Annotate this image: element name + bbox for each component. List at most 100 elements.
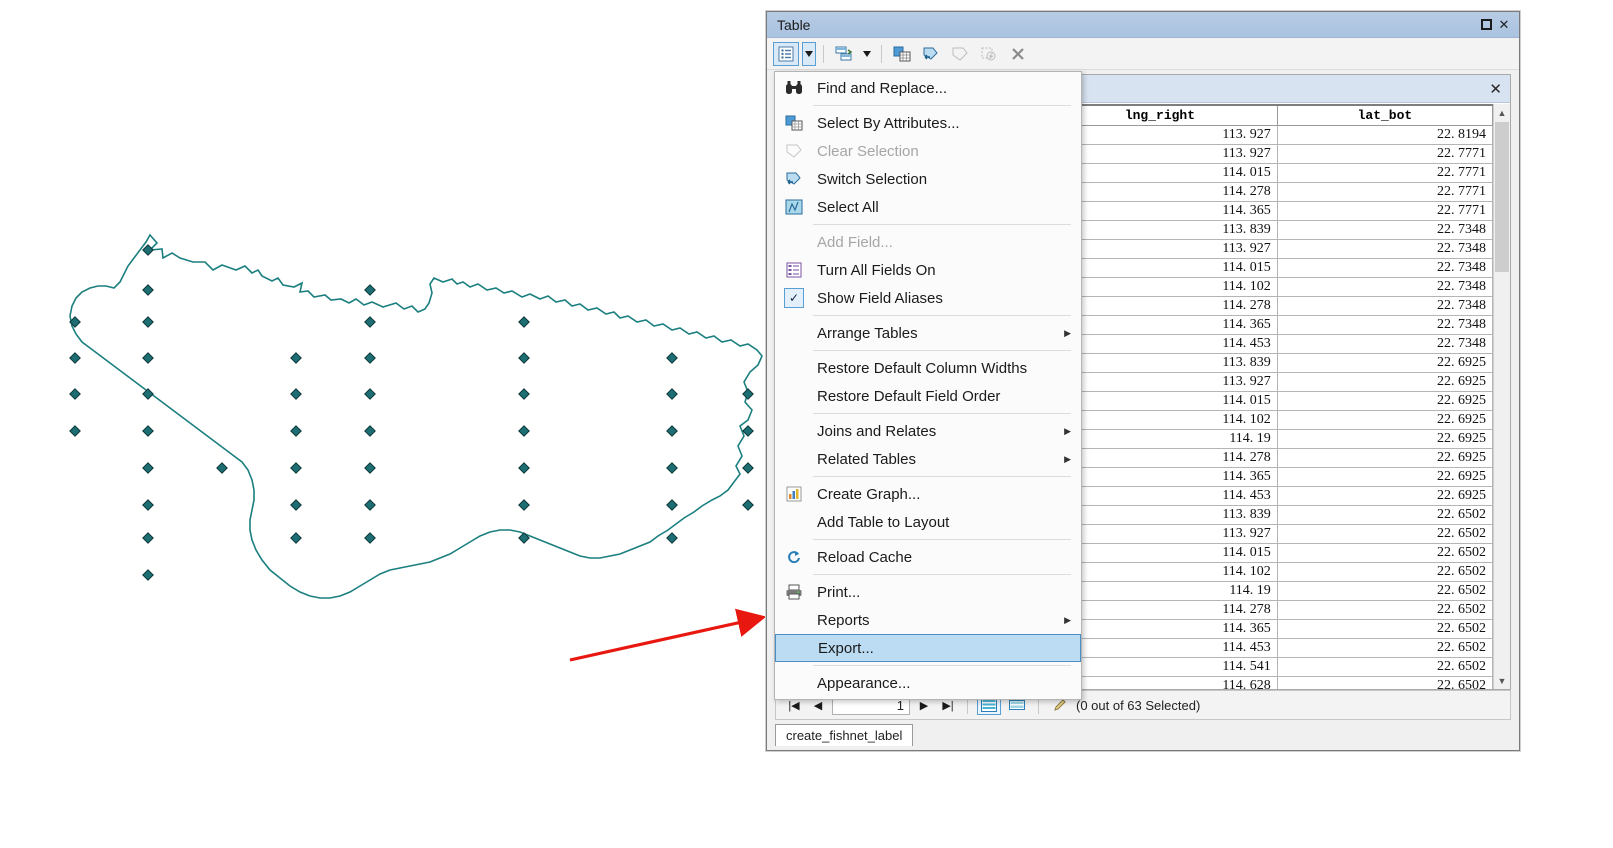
fishnet-point (142, 352, 154, 364)
cell-lat_bot[interactable]: 22. 6925 (1276, 372, 1493, 392)
menu-item-label: Export... (818, 639, 874, 657)
cell-lat_bot[interactable]: 22. 7348 (1276, 220, 1493, 240)
menu-item-label: Switch Selection (817, 170, 928, 188)
cell-lat_bot[interactable]: 22. 7771 (1276, 163, 1493, 183)
menu-item-joins-and-relates[interactable]: Joins and Relates ▶ (775, 417, 1081, 445)
cell-lat_bot[interactable]: 22. 6502 (1276, 638, 1493, 658)
vertical-scrollbar[interactable]: ▲ ▼ (1493, 104, 1510, 689)
switch-selection-icon (923, 47, 938, 60)
cell-lat_bot[interactable]: 22. 6502 (1276, 676, 1493, 689)
menu-item-turn-all-fields-on[interactable]: Turn All Fields On (775, 256, 1081, 284)
menu-item-related-tables[interactable]: Related Tables ▶ (775, 445, 1081, 473)
chevron-down-icon (863, 50, 871, 57)
menu-item-appearance[interactable]: Appearance... (775, 669, 1081, 697)
menu-icon-placeholder (779, 357, 809, 379)
table-options-icon (778, 46, 794, 61)
cell-lat_bot[interactable]: 22. 7348 (1276, 296, 1493, 316)
menu-item-reports[interactable]: Reports ▶ (775, 606, 1081, 634)
cell-lat_bot[interactable]: 22. 6925 (1276, 448, 1493, 468)
cell-lat_bot[interactable]: 22. 7348 (1276, 277, 1493, 297)
fishnet-points (69, 244, 754, 581)
menu-item-label: Arrange Tables (817, 324, 918, 342)
fishnet-point (518, 316, 530, 328)
binoculars-icon (779, 77, 809, 99)
menu-item-find-and-replace[interactable]: Find and Replace... (775, 74, 1081, 102)
tab-create-fishnet-label[interactable]: create_fishnet_label (775, 724, 914, 746)
fishnet-point (742, 388, 754, 400)
cell-lat_bot[interactable]: 22. 6925 (1276, 410, 1493, 430)
menu-item-arrange-tables[interactable]: Arrange Tables ▶ (775, 319, 1081, 347)
cell-lat_bot[interactable]: 22. 7348 (1276, 258, 1493, 278)
menu-item-label: Find and Replace... (817, 79, 948, 97)
related-tables-dropdown[interactable] (860, 42, 874, 66)
map-view[interactable] (0, 0, 770, 700)
cell-lat_bot[interactable]: 22. 6925 (1276, 353, 1493, 373)
table-options-dropdown[interactable] (802, 41, 816, 66)
menu-item-select-by-attributes[interactable]: Select By Attributes... (775, 109, 1081, 137)
cell-lat_bot[interactable]: 22. 7771 (1276, 182, 1493, 202)
fishnet-point (364, 352, 376, 364)
cell-lat_bot[interactable]: 22. 6925 (1276, 391, 1493, 411)
menu-item-reload-cache[interactable]: Reload Cache (775, 543, 1081, 571)
column-header-lat_bot[interactable]: lat_bot (1276, 104, 1493, 126)
switch-selection-button[interactable] (918, 42, 944, 66)
menu-item-label: Add Table to Layout (817, 513, 950, 531)
fishnet-point (142, 284, 154, 296)
cell-lat_bot[interactable]: 22. 7348 (1276, 334, 1493, 354)
scrollbar-thumb[interactable] (1495, 122, 1509, 272)
table-title-bar[interactable]: Table ✕ (767, 12, 1519, 38)
red-arrow-annotation (569, 608, 767, 662)
menu-item-create-graph[interactable]: Create Graph... (775, 480, 1081, 508)
table-options-button[interactable] (773, 41, 799, 66)
menu-item-label: Create Graph... (817, 485, 921, 503)
zoom-to-selected-button[interactable] (976, 42, 1002, 66)
window-title: Table (777, 16, 811, 33)
close-button[interactable]: ✕ (1495, 16, 1513, 34)
delete-selection-button[interactable] (1005, 42, 1031, 66)
cell-lat_bot[interactable]: 22. 7771 (1276, 201, 1493, 221)
cell-lat_bot[interactable]: 22. 6925 (1276, 486, 1493, 506)
cell-lat_bot[interactable]: 22. 6925 (1276, 467, 1493, 487)
cell-lat_bot[interactable]: 22. 6502 (1276, 543, 1493, 563)
cell-lat_bot[interactable]: 22. 6502 (1276, 505, 1493, 525)
cell-lat_bot[interactable]: 22. 6502 (1276, 657, 1493, 677)
fishnet-point (364, 284, 376, 296)
cell-lat_bot[interactable]: 22. 8194 (1276, 125, 1493, 145)
cell-lat_bot[interactable]: 22. 6502 (1276, 619, 1493, 639)
menu-item-label: Related Tables (817, 450, 916, 468)
related-tables-icon (835, 46, 853, 60)
cell-lat_bot[interactable]: 22. 7348 (1276, 239, 1493, 259)
menu-item-restore-default-column-widths[interactable]: Restore Default Column Widths (775, 354, 1081, 382)
checkbox-checked-icon: ✓ (779, 287, 809, 309)
submenu-arrow-icon: ▶ (1064, 453, 1071, 464)
menu-item-add-table-to-layout[interactable]: Add Table to Layout (775, 508, 1081, 536)
menu-separator (813, 574, 1071, 575)
clear-selection-button[interactable] (947, 42, 973, 66)
cell-lat_bot[interactable]: 22. 7771 (1276, 144, 1493, 164)
menu-item-print[interactable]: Print... (775, 578, 1081, 606)
scroll-down-arrow[interactable]: ▼ (1494, 672, 1510, 689)
delete-x-icon (1012, 47, 1024, 60)
related-tables-button[interactable] (831, 42, 857, 66)
cell-lat_bot[interactable]: 22. 7348 (1276, 315, 1493, 335)
menu-icon-placeholder (779, 322, 809, 344)
cell-lat_bot[interactable]: 22. 6502 (1276, 581, 1493, 601)
cell-lat_bot[interactable]: 22. 6502 (1276, 524, 1493, 544)
menu-item-switch-selection[interactable]: Switch Selection (775, 165, 1081, 193)
menu-item-export[interactable]: Export... (775, 634, 1081, 662)
maximize-button[interactable] (1477, 16, 1495, 34)
panel-close-icon[interactable]: ✕ (1489, 80, 1502, 98)
cell-lat_bot[interactable]: 22. 6502 (1276, 562, 1493, 582)
scroll-up-arrow[interactable]: ▲ (1494, 104, 1510, 121)
menu-icon-placeholder (779, 672, 809, 694)
cell-lat_bot[interactable]: 22. 6925 (1276, 429, 1493, 449)
select-by-attributes-button[interactable] (889, 42, 915, 66)
menu-item-restore-default-field-order[interactable]: Restore Default Field Order (775, 382, 1081, 410)
menu-separator (813, 665, 1071, 666)
cell-lat_bot[interactable]: 22. 6502 (1276, 600, 1493, 620)
menu-item-show-field-aliases[interactable]: ✓ Show Field Aliases (775, 284, 1081, 312)
submenu-arrow-icon: ▶ (1064, 327, 1071, 338)
submenu-arrow-icon: ▶ (1064, 614, 1071, 625)
fishnet-point (142, 388, 154, 400)
menu-item-select-all[interactable]: Select All (775, 193, 1081, 221)
